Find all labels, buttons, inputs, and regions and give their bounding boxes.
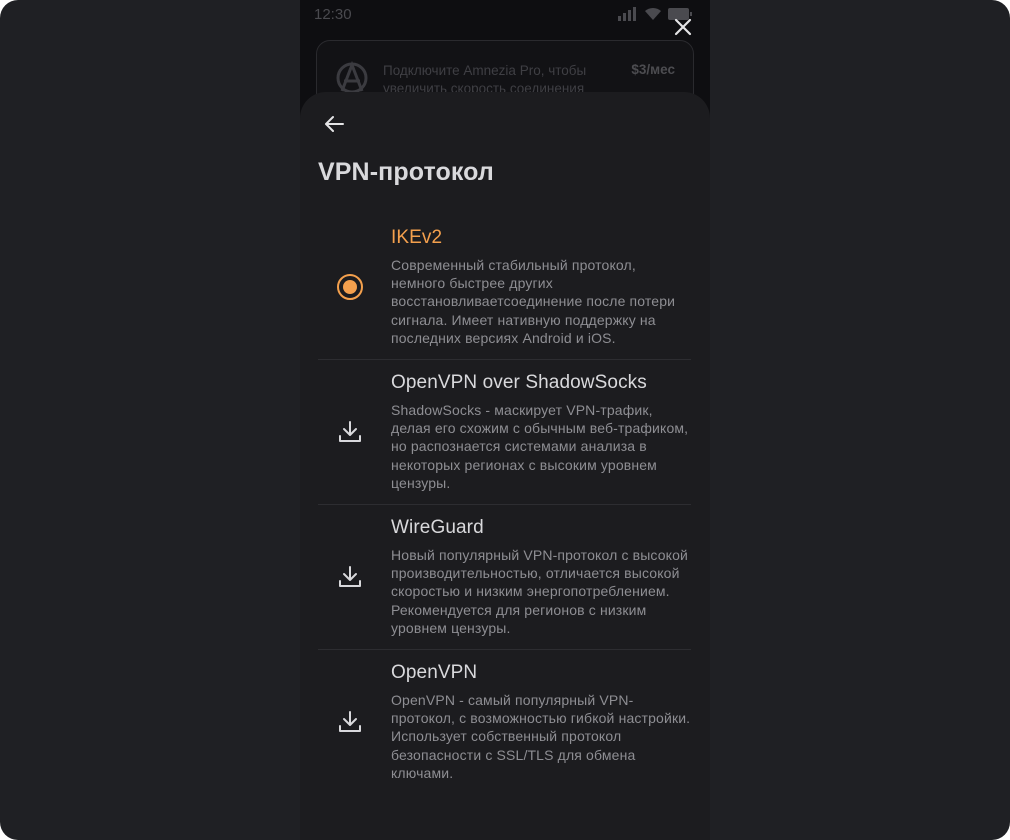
signal-icon — [618, 7, 636, 21]
close-icon — [674, 18, 692, 36]
close-button[interactable] — [666, 10, 700, 44]
download-icon — [339, 566, 361, 588]
protocol-item-ikev2[interactable]: IKEv2 Современный стабильный протокол, н… — [318, 215, 691, 361]
protocol-item-wireguard[interactable]: WireGuard Новый популярный VPN-протокол … — [318, 505, 691, 651]
radio-selected-icon — [337, 274, 363, 300]
app-frame: 12:30 Подключите Amnezia Pro, чтобы увел… — [0, 0, 1010, 840]
promo-price: $3/мес — [631, 62, 675, 77]
status-bar: 12:30 — [300, 0, 710, 30]
protocol-title: OpenVPN over ShadowSocks — [391, 372, 647, 394]
protocol-title: OpenVPN — [391, 662, 478, 684]
protocol-title: WireGuard — [391, 517, 484, 539]
download-icon — [339, 421, 361, 443]
protocol-description: Новый популярный VPN-протокол с высокой … — [391, 547, 689, 636]
radio-button[interactable] — [334, 271, 366, 303]
protocol-item-openvpn-shadowsocks[interactable]: OpenVPN over ShadowSocks ShadowSocks - м… — [318, 360, 691, 506]
protocol-sheet: VPN-протокол IKEv2 Современный стабильны… — [300, 92, 710, 840]
protocol-description: ShadowSocks - маскирует VPN-трафик, дела… — [391, 402, 689, 491]
back-button[interactable] — [318, 108, 350, 140]
protocol-description: OpenVPN - самый популярный VPN-протокол,… — [391, 692, 691, 781]
radio-dot — [343, 280, 357, 294]
arrow-left-icon — [325, 116, 344, 132]
download-button[interactable] — [334, 561, 366, 593]
wifi-icon — [645, 7, 661, 20]
page-title: VPN-протокол — [318, 158, 494, 186]
protocol-list: IKEv2 Современный стабильный протокол, н… — [318, 215, 691, 794]
download-button[interactable] — [334, 416, 366, 448]
anarchy-logo-icon — [336, 61, 368, 94]
protocol-item-openvpn[interactable]: OpenVPN OpenVPN - самый популярный VPN-п… — [318, 650, 691, 794]
download-icon — [339, 711, 361, 733]
status-time: 12:30 — [314, 6, 352, 23]
protocol-title: IKEv2 — [391, 227, 443, 248]
protocol-description: Современный стабильный протокол, немного… — [391, 257, 676, 346]
download-button[interactable] — [334, 706, 366, 738]
